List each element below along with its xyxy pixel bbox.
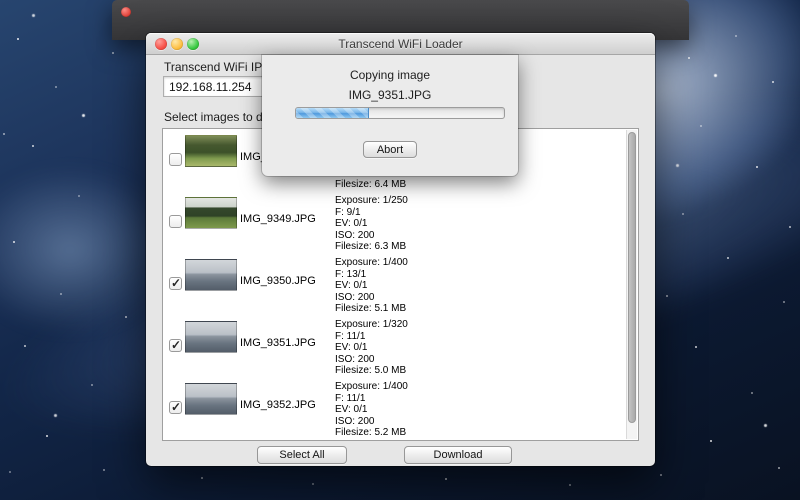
desktop-background: Transcend WiFi Loader Transcend WiFi IP:… <box>0 0 800 500</box>
exif-iso: ISO: 200 <box>335 230 408 242</box>
image-exif: Exposure: 1/320 F: 11/1 EV: 0/1 ISO: 200… <box>335 319 408 377</box>
exif-ev: EV: 0/1 <box>335 280 408 292</box>
scrollbar-thumb[interactable] <box>628 132 636 423</box>
close-button[interactable] <box>155 38 167 50</box>
zoom-button[interactable] <box>187 38 199 50</box>
list-item: IMG_9349.JPG Exposure: 1/250 F: 9/1 EV: … <box>163 191 638 253</box>
image-filename: IMG_9350.JPG <box>240 275 316 287</box>
image-checkbox[interactable] <box>169 153 182 166</box>
exif-ev: EV: 0/1 <box>335 342 408 354</box>
image-exif: Exposure: 1/400 F: 11/1 EV: 0/1 ISO: 200… <box>335 381 408 439</box>
image-checkbox[interactable] <box>169 339 182 352</box>
exif-filesize: Filesize: 6.3 MB <box>335 241 408 253</box>
wifi-ip-label: Transcend WiFi IP: <box>164 60 266 74</box>
list-scrollbar[interactable] <box>626 130 637 439</box>
exif-fstop: F: 9/1 <box>335 207 408 219</box>
exif-filesize: Filesize: 5.1 MB <box>335 303 408 315</box>
exif-filesize: Filesize: 5.2 MB <box>335 427 408 439</box>
image-exif: Exposure: 1/400 F: 13/1 EV: 0/1 ISO: 200… <box>335 257 408 315</box>
exif-iso: ISO: 200 <box>335 292 408 304</box>
exif-filesize: Filesize: 5.0 MB <box>335 365 408 377</box>
select-all-button[interactable]: Select All <box>257 446 347 464</box>
image-checkbox[interactable] <box>169 401 182 414</box>
title-bar[interactable]: Transcend WiFi Loader <box>146 33 655 55</box>
image-filename: IMG_9349.JPG <box>240 213 316 225</box>
image-thumbnail <box>185 259 237 291</box>
copy-progress-sheet: Copying image IMG_9351.JPG Abort <box>262 55 518 176</box>
progress-fill <box>296 108 369 118</box>
app-window: Transcend WiFi Loader Transcend WiFi IP:… <box>146 33 655 466</box>
exif-exposure: Exposure: 1/320 <box>335 319 408 331</box>
image-thumbnail <box>185 197 237 229</box>
exif-fstop: F: 13/1 <box>335 269 408 281</box>
download-button[interactable]: Download <box>404 446 512 464</box>
exif-iso: ISO: 200 <box>335 354 408 366</box>
image-checkbox[interactable] <box>169 215 182 228</box>
exif-exposure: Exposure: 1/400 <box>335 381 408 393</box>
exif-fstop: F: 11/1 <box>335 331 408 343</box>
exif-ev: EV: 0/1 <box>335 218 408 230</box>
image-filename: IMG_9351.JPG <box>240 337 316 349</box>
window-title: Transcend WiFi Loader <box>146 33 655 55</box>
image-thumbnail <box>185 383 237 415</box>
image-filename: IMG_9352.JPG <box>240 399 316 411</box>
image-checkbox[interactable] <box>169 277 182 290</box>
exif-exposure: Exposure: 1/400 <box>335 257 408 269</box>
sheet-title: Copying image <box>262 55 518 82</box>
image-exif: Exposure: 1/250 F: 9/1 EV: 0/1 ISO: 200 … <box>335 195 408 253</box>
exif-ev: EV: 0/1 <box>335 404 408 416</box>
progress-bar <box>295 107 505 119</box>
exif-iso: ISO: 200 <box>335 416 408 428</box>
exif-filesize: Filesize: 6.4 MB <box>335 179 408 191</box>
exif-fstop: F: 11/1 <box>335 393 408 405</box>
list-item: IMG_9351.JPG Exposure: 1/320 F: 11/1 EV:… <box>163 315 638 377</box>
list-item: IMG_9352.JPG Exposure: 1/400 F: 11/1 EV:… <box>163 377 638 439</box>
exif-exposure: Exposure: 1/250 <box>335 195 408 207</box>
close-icon[interactable] <box>121 7 131 17</box>
image-thumbnail <box>185 321 237 353</box>
abort-button[interactable]: Abort <box>363 141 417 158</box>
copying-filename: IMG_9351.JPG <box>262 82 518 102</box>
image-thumbnail <box>185 135 237 167</box>
minimize-button[interactable] <box>171 38 183 50</box>
list-item: IMG_9350.JPG Exposure: 1/400 F: 13/1 EV:… <box>163 253 638 315</box>
